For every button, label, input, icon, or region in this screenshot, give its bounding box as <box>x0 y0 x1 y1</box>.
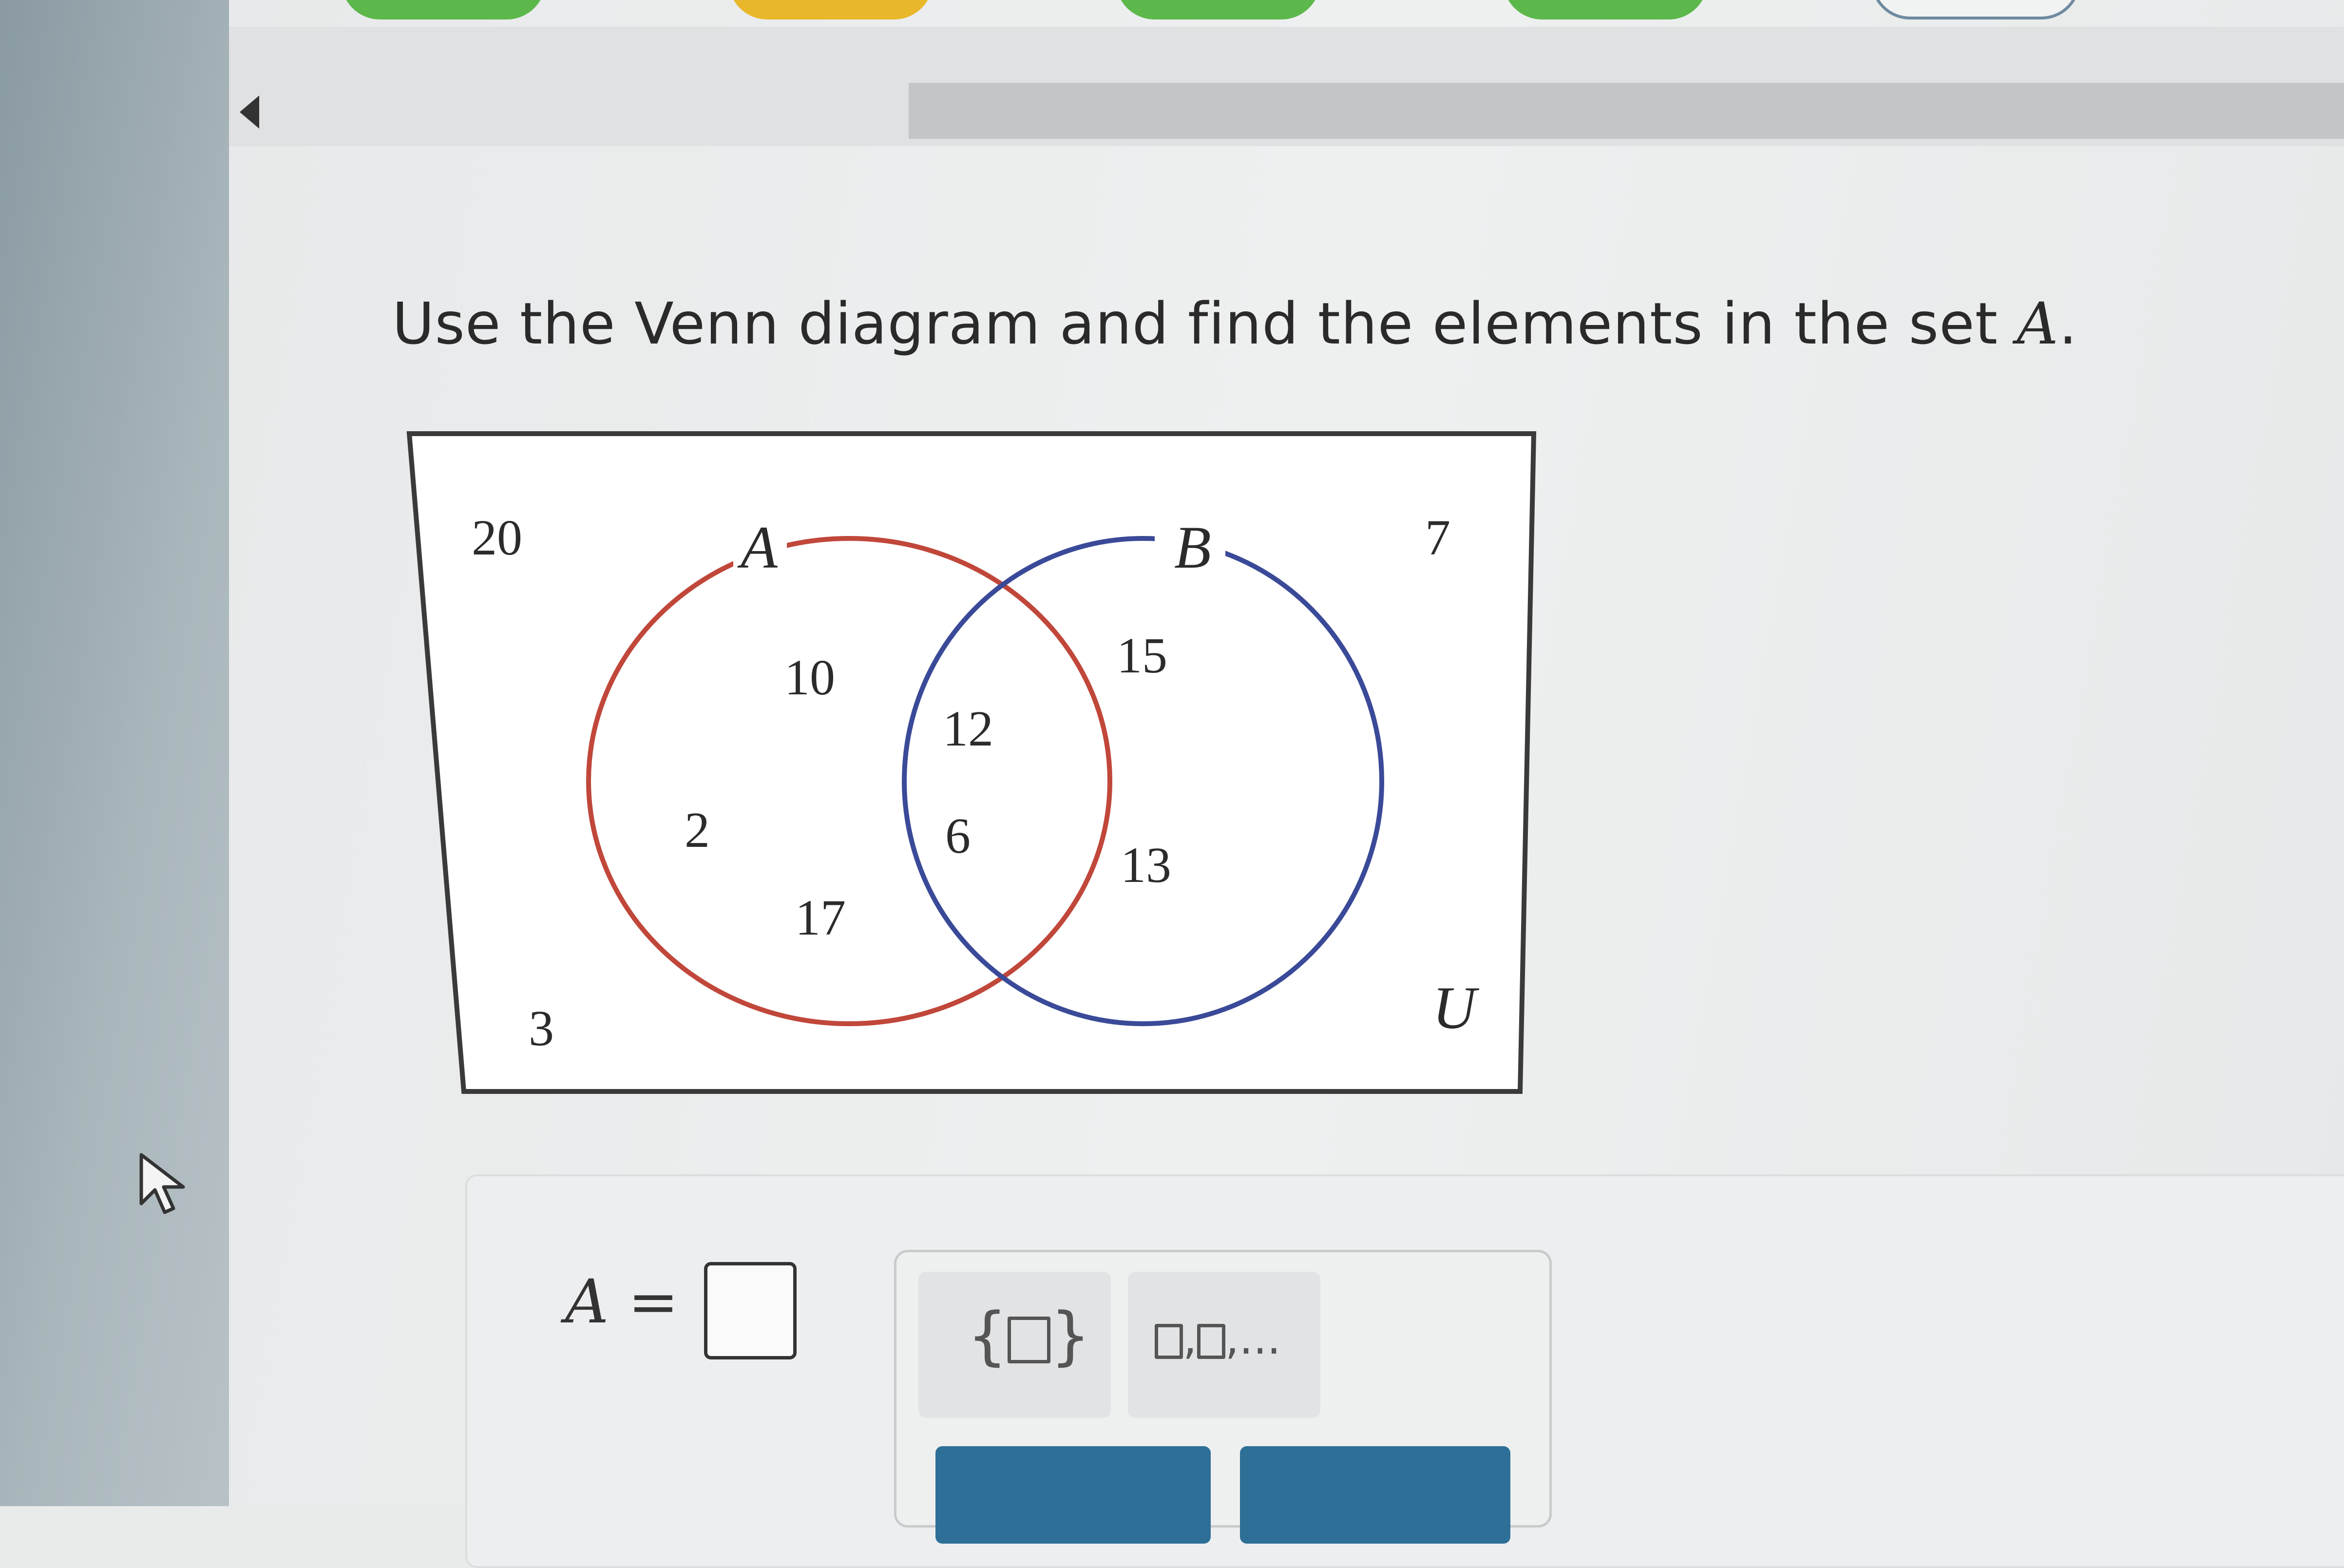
set-braces-icon: {} <box>967 1299 1091 1373</box>
answer-variable: A <box>565 1267 609 1337</box>
region-outside-value: 7 <box>1425 510 1450 566</box>
region-b-only-value: 15 <box>1117 628 1167 684</box>
equals-sign: = <box>628 1267 679 1337</box>
region-intersection-value: 12 <box>943 701 993 757</box>
answer-equation: A = <box>565 1267 679 1337</box>
answer-input[interactable] <box>704 1262 797 1359</box>
region-intersection-value: 6 <box>945 808 971 864</box>
set-a-label: A <box>737 514 778 581</box>
region-outside-value: 20 <box>472 510 522 566</box>
list-ellipsis: ,... <box>1225 1313 1281 1364</box>
region-a-only-value: 17 <box>795 890 846 946</box>
check-button[interactable] <box>935 1446 1211 1544</box>
region-b-only-value: 13 <box>1121 837 1171 893</box>
set-b-label: B <box>1174 514 1211 581</box>
region-outside-value: 3 <box>529 1000 554 1056</box>
region-a-only-value: 10 <box>784 650 835 706</box>
list-icon: ,,... <box>1155 1313 1281 1364</box>
mouse-cursor-icon <box>139 1153 185 1214</box>
region-a-only-value: 2 <box>685 802 710 858</box>
universe-label: U <box>1432 975 1480 1041</box>
undo-button[interactable] <box>1240 1446 1510 1544</box>
